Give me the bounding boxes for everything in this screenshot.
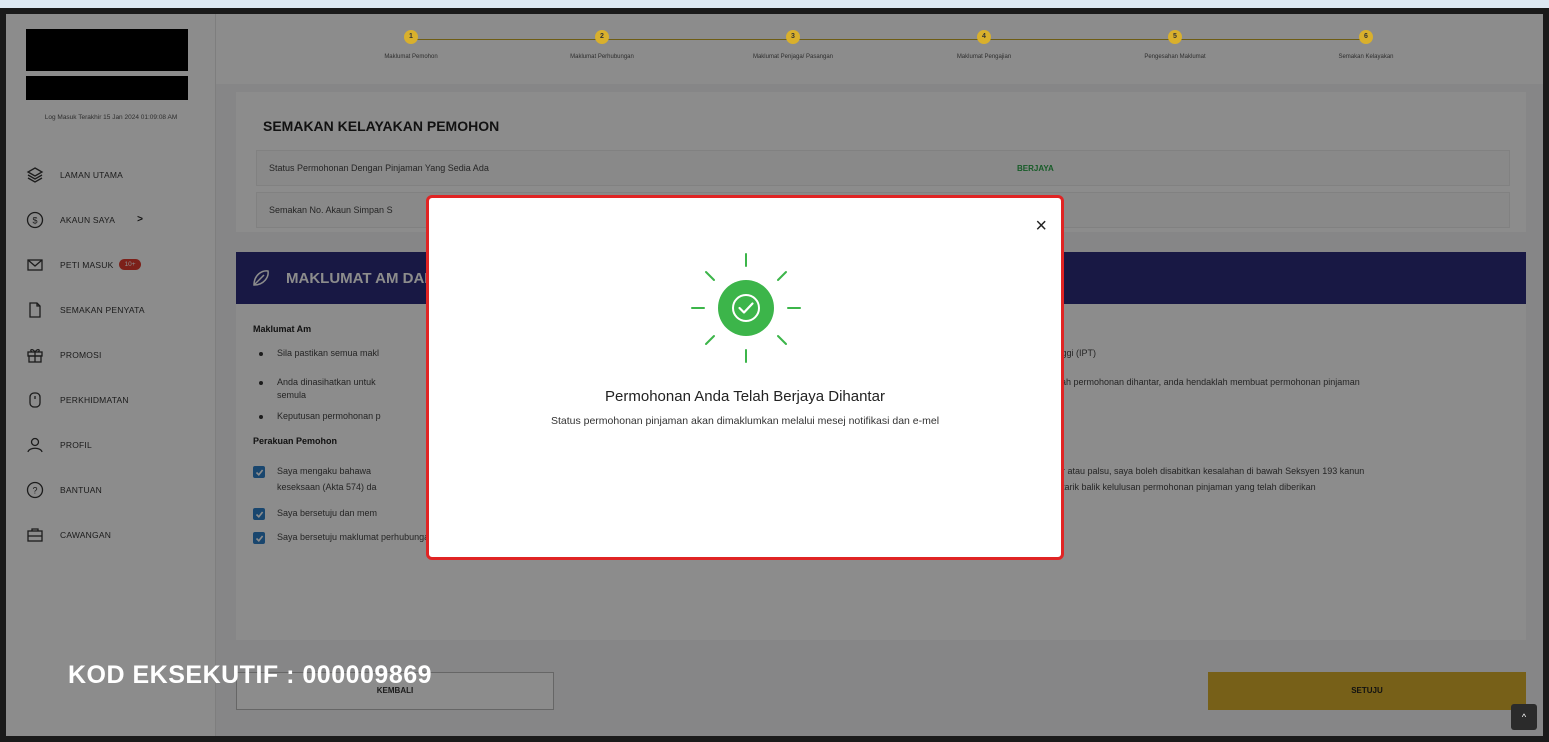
modal-title: Permohonan Anda Telah Berjaya Dihantar: [605, 388, 885, 405]
success-modal: × Permohonan Anda Telah Berjaya Dihantar…: [426, 195, 1064, 560]
step-number: 6: [1359, 30, 1373, 44]
executive-code-watermark: KOD EKSEKUTIF : 000009869: [68, 661, 433, 689]
close-icon[interactable]: ×: [1035, 216, 1047, 236]
modal-message: Status permohonan pinjaman akan dimaklum…: [550, 415, 940, 427]
scroll-to-top-button[interactable]: ^: [1511, 704, 1537, 730]
app-window: Log Masuk Terakhir 15 Jan 2024 01:09:08 …: [6, 14, 1543, 736]
step-number: 5: [1168, 30, 1182, 44]
step-number: 2: [595, 30, 609, 44]
success-check-icon: [691, 253, 801, 363]
step-number: 1: [404, 30, 418, 44]
step-number: 4: [977, 30, 991, 44]
step-number: 3: [786, 30, 800, 44]
